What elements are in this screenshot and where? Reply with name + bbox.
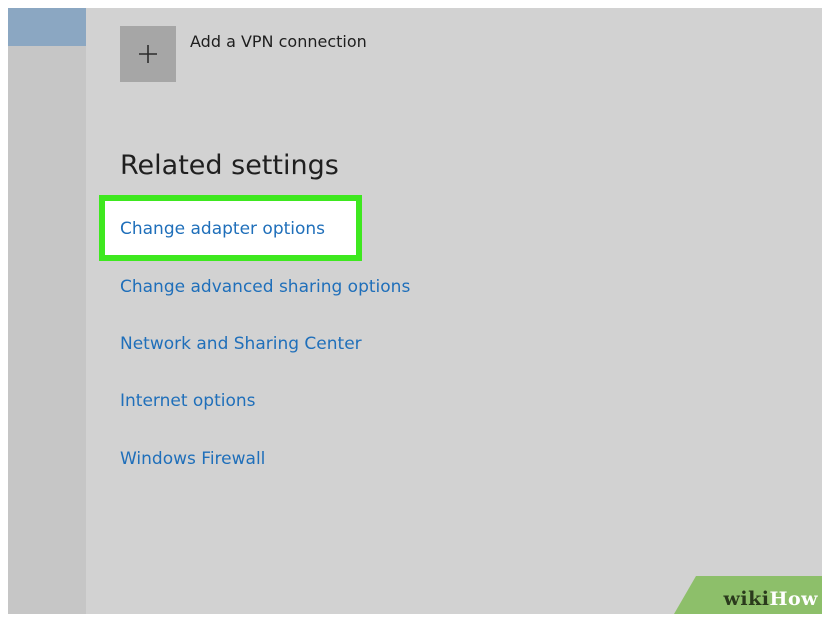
left-nav-selected-item[interactable] <box>8 8 86 46</box>
link-change-adapter-options[interactable]: Change adapter options <box>120 219 325 239</box>
related-settings-title: Related settings <box>120 150 339 181</box>
wikihow-watermark: wikiHow <box>674 576 822 614</box>
link-network-and-sharing-center[interactable]: Network and Sharing Center <box>120 334 362 354</box>
left-nav-rail <box>8 8 86 614</box>
link-internet-options[interactable]: Internet options <box>120 391 256 411</box>
watermark-text: wikiHow <box>724 588 818 610</box>
plus-icon <box>139 45 157 63</box>
add-vpn-row[interactable]: Add a VPN connection <box>120 26 367 82</box>
link-change-advanced-sharing-options[interactable]: Change advanced sharing options <box>120 277 410 297</box>
settings-window: Add a VPN connection Related settings Ch… <box>8 8 822 614</box>
add-vpn-label[interactable]: Add a VPN connection <box>190 32 367 51</box>
watermark-how: How <box>769 588 818 610</box>
watermark-wiki: wiki <box>723 588 770 610</box>
add-vpn-button[interactable] <box>120 26 176 82</box>
link-windows-firewall[interactable]: Windows Firewall <box>120 449 265 469</box>
